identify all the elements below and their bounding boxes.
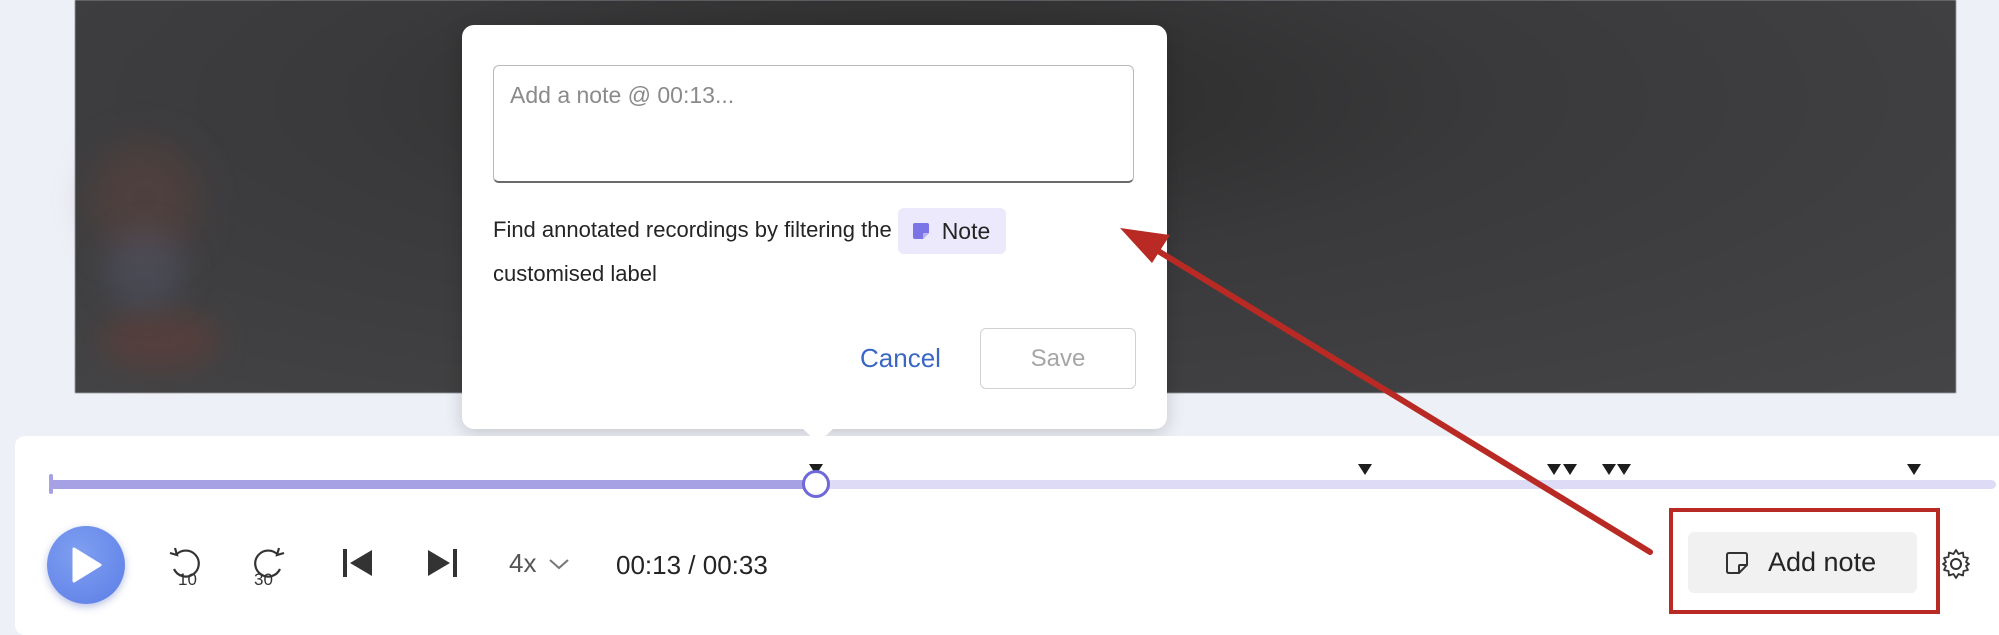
filter-hint-tail: customised label <box>493 261 657 286</box>
filter-hint-text: Find annotated recordings by filtering t… <box>493 216 892 242</box>
skip-forward-30-button[interactable]: 30 <box>241 541 291 591</box>
seek-bar[interactable] <box>49 480 1996 489</box>
note-marker[interactable] <box>1562 464 1577 475</box>
play-button[interactable] <box>47 526 125 604</box>
add-note-button[interactable]: Add note <box>1688 532 1917 593</box>
note-marker[interactable] <box>1617 464 1632 475</box>
settings-button[interactable] <box>1939 547 1973 586</box>
seek-thumb[interactable] <box>802 470 831 498</box>
save-button[interactable]: Save <box>980 328 1136 389</box>
note-input[interactable] <box>493 65 1134 183</box>
skip-forward-label: 30 <box>254 570 273 589</box>
note-marker[interactable] <box>1358 464 1373 475</box>
seek-bar-progress <box>49 480 817 489</box>
rewind-10-icon: 10 <box>169 547 200 589</box>
skip-back-10-button[interactable]: 10 <box>163 541 213 591</box>
add-note-popover: Find annotated recordings by filtering t… <box>462 25 1167 443</box>
playback-speed-select[interactable]: 4x <box>509 548 570 579</box>
gear-icon <box>1942 549 1970 579</box>
chevron-down-icon <box>549 558 570 569</box>
note-marker[interactable] <box>1601 464 1616 475</box>
forward-30-icon: 30 <box>254 547 285 589</box>
filter-hint: Find annotated recordings by filtering t… <box>493 208 1093 294</box>
note-icon <box>912 223 929 239</box>
skip-previous-icon <box>343 549 372 577</box>
note-marker[interactable] <box>1547 464 1562 475</box>
play-icon <box>72 547 102 583</box>
time-display: 00:13 / 00:33 <box>616 550 768 580</box>
playback-speed-value: 4x <box>509 548 537 578</box>
note-outline-icon <box>1726 551 1748 574</box>
note-label-chip: Note <box>897 208 1007 254</box>
skip-next-icon <box>428 549 457 577</box>
skip-back-label: 10 <box>178 570 197 589</box>
next-button[interactable] <box>420 541 464 585</box>
note-chip-label: Note <box>941 218 991 244</box>
add-note-label: Add note <box>1768 547 1877 577</box>
previous-button[interactable] <box>336 541 380 585</box>
cancel-button[interactable]: Cancel <box>860 343 941 374</box>
note-marker[interactable] <box>1907 464 1922 475</box>
